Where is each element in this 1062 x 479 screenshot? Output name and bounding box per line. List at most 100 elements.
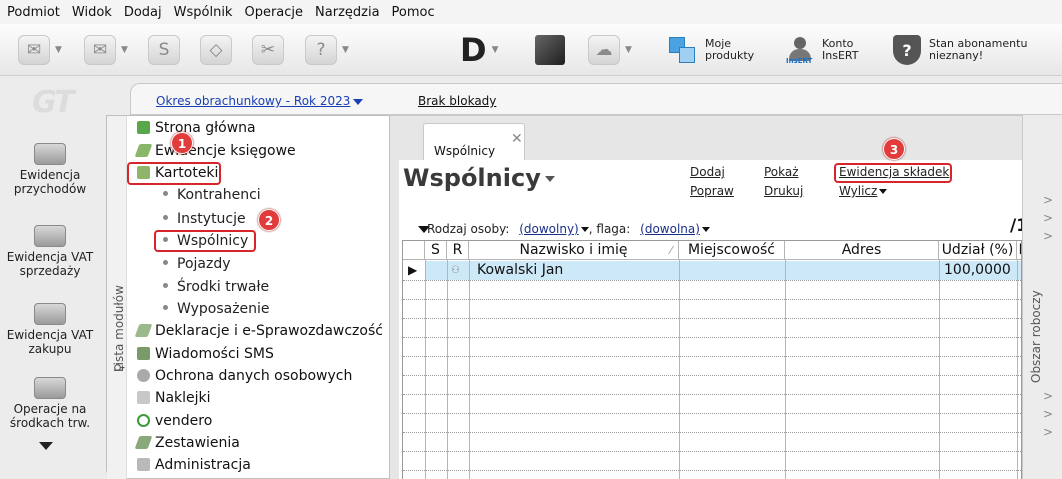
cloud-button[interactable]: ☁ ▼	[588, 32, 632, 68]
chevron-right-icon[interactable]: >	[1043, 425, 1053, 439]
module-ochrona-danych[interactable]: Ochrona danych osobowych	[137, 367, 352, 385]
rodzaj-dropdown[interactable]: (dowolny)	[519, 222, 589, 236]
filter-bar: Rodzaj osoby: (dowolny) , flaga: (dowolna…	[427, 222, 710, 236]
nav-ewidencja-przychodow[interactable]: Ewidencja przychodów	[0, 143, 100, 196]
menu-widok[interactable]: Widok	[72, 5, 112, 20]
cell-nazwisko[interactable]: Kowalski Jan	[477, 261, 563, 280]
okres-obrachunkowy-link[interactable]: Okres obrachunkowy - Rok 2023	[156, 94, 364, 108]
konto-insert-button[interactable]: InsERT Konto InsERT	[786, 32, 858, 68]
cell-udzial[interactable]: 100,0000	[944, 261, 1011, 280]
cube-button[interactable]	[535, 32, 565, 68]
products-icon	[667, 35, 697, 65]
module-header: Okres obrachunkowy - Rok 2023 Brak bloka…	[130, 83, 1062, 115]
module-administracja[interactable]: Administracja	[137, 456, 251, 474]
pokaz-link[interactable]: Pokaż	[764, 165, 799, 179]
chevron-down-icon: ▼	[55, 45, 62, 55]
shield-icon	[137, 369, 150, 382]
grid-header-s[interactable]: S	[425, 241, 447, 260]
moje-produkty-label: Moje produkty	[705, 37, 755, 62]
chevron-down-icon: ▼	[491, 45, 499, 55]
wylicz-link[interactable]: Wylicz	[839, 184, 888, 198]
chevron-right-icon[interactable]: >	[1043, 389, 1053, 403]
module-zestawienia[interactable]: Zestawienia	[134, 434, 240, 452]
eraser-button[interactable]: ◇	[200, 32, 232, 68]
module-pojazdy[interactable]: Pojazdy	[163, 255, 231, 273]
popraw-link[interactable]: Popraw	[690, 184, 734, 198]
chevron-right-icon[interactable]: >	[1043, 211, 1053, 225]
workspace-sidebar[interactable]: > > > > > > Obszar roboczy	[1022, 115, 1062, 479]
menu-podmiot[interactable]: Podmiot	[7, 5, 60, 20]
grid-row-line	[403, 394, 1021, 395]
d-icon: D	[460, 31, 487, 69]
help-button[interactable]: ? ▼	[305, 32, 349, 68]
app-window: Podmiot Widok Dodaj Wspólnik Operacje Na…	[0, 0, 1062, 479]
module-srodki-trwale[interactable]: Środki trwałe	[163, 278, 269, 296]
person-icon: ⚇	[451, 265, 460, 276]
module-vendero[interactable]: vendero	[137, 412, 212, 430]
moje-produkty-button[interactable]: Moje produkty	[667, 32, 769, 68]
grid-header-udzial[interactable]: Udział (%)	[939, 241, 1017, 260]
grid-header-nazwisko[interactable]: Nazwisko i imię ⁄	[469, 241, 679, 260]
module-ewidencje-ksiegowe[interactable]: Ewidencje księgowe	[134, 142, 296, 160]
menu-dodaj[interactable]: Dodaj	[124, 5, 162, 20]
grid-row-line	[403, 451, 1021, 452]
highlight-ewidencja-skladek	[834, 163, 952, 183]
grid-divider	[1017, 260, 1018, 479]
more-down-icon[interactable]	[39, 442, 53, 450]
dodaj-link[interactable]: Dodaj	[690, 165, 725, 179]
page-title[interactable]: Wspólnicy	[403, 164, 555, 192]
cube-icon	[535, 35, 565, 65]
nav-ewidencja-vat-zakupu[interactable]: Ewidencja VAT zakupu	[0, 303, 100, 356]
grid-header-miejscowosc[interactable]: Miejscowość	[679, 241, 785, 260]
grid-divider	[679, 260, 680, 479]
menu-narzedzia[interactable]: Narzędzia	[315, 5, 380, 20]
chevron-right-icon[interactable]: >	[1043, 193, 1053, 207]
grid-divider	[785, 260, 786, 479]
module-wiadomosci-sms[interactable]: Wiadomości SMS	[137, 345, 274, 363]
d-button[interactable]: D ▼	[460, 32, 498, 68]
module-deklaracje[interactable]: Deklaracje i e-Sprawozdawczość	[134, 322, 383, 340]
grid-divider	[425, 260, 426, 479]
chevron-right-icon[interactable]: >	[1043, 229, 1053, 243]
insert-badge: InsERT	[786, 57, 813, 65]
grid-divider	[469, 260, 470, 479]
module-naklejki[interactable]: Naklejki	[137, 389, 211, 407]
blokada-link[interactable]: Brak blokady	[418, 94, 496, 108]
annotation-badge-2: 2	[258, 209, 280, 231]
chevron-down-icon: ▼	[625, 45, 632, 55]
drukuj-link[interactable]: Drukuj	[764, 184, 803, 198]
module-list-sidebar[interactable]: ⚲ Lista modułów	[107, 116, 127, 479]
stan-abonamentu-button[interactable]: ? Stan abonamentu nieznany!	[893, 32, 1027, 68]
envelope-button[interactable]: ✉ ▼	[18, 32, 62, 68]
module-label: Naklejki	[155, 390, 211, 406]
menu-wspolnik[interactable]: Wspólnik	[174, 5, 233, 20]
tab-wspolnicy[interactable]: Wspólnicy ✕	[423, 123, 525, 161]
grid-header-adres[interactable]: Adres	[785, 241, 939, 260]
module-kontrahenci[interactable]: Kontrahenci	[163, 186, 261, 204]
module-wyposazenie[interactable]: Wyposażenie	[163, 300, 270, 318]
sticker-icon	[137, 391, 150, 404]
cut-button[interactable]: ✂	[252, 32, 284, 68]
stan-line2: nieznany!	[929, 49, 984, 62]
menu-pomoc[interactable]: Pomoc	[392, 5, 435, 20]
document-s-button[interactable]: S	[148, 32, 180, 68]
module-list-label: Lista modułów	[112, 285, 126, 372]
flaga-dropdown[interactable]: (dowolna)	[640, 222, 710, 236]
grid-row-line	[403, 299, 1021, 300]
inbox-button[interactable]: ✉ ▼	[84, 32, 128, 68]
module-instytucje[interactable]: Instytucje	[163, 210, 246, 228]
grid-row-line	[403, 432, 1021, 433]
close-icon[interactable]: ✕	[511, 131, 523, 147]
chevron-right-icon[interactable]: >	[1043, 407, 1053, 421]
module-label: Ochrona danych osobowych	[155, 368, 353, 384]
wylicz-label: Wylicz	[839, 184, 878, 198]
module-strona-glowna[interactable]: Strona główna	[137, 119, 256, 137]
documents-icon	[34, 303, 66, 325]
chevron-down-icon	[701, 227, 710, 232]
vendero-icon	[137, 414, 150, 427]
nav-ewidencja-vat-sprzedazy[interactable]: Ewidencja VAT sprzedaży	[0, 225, 100, 278]
highlight-kartoteki	[127, 162, 221, 185]
nav-operacje-srodki-trwale[interactable]: Operacje na środkach trw.	[0, 377, 100, 430]
menu-operacje[interactable]: Operacje	[244, 5, 303, 20]
grid-header-r[interactable]: R	[447, 241, 469, 260]
